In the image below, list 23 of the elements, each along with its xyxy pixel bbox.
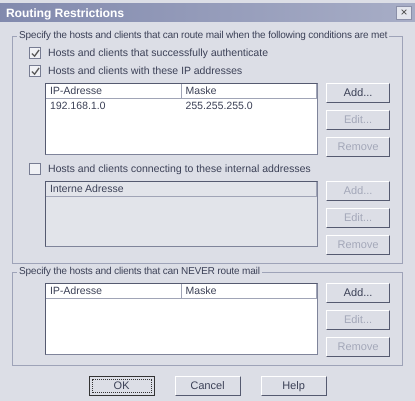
column-header[interactable]: Maske: [182, 284, 317, 298]
column-header[interactable]: IP-Adresse: [46, 284, 182, 298]
close-button[interactable]: ×: [396, 6, 412, 20]
checkbox-label[interactable]: Hosts and clients connecting to these internal addresses: [48, 163, 311, 175]
group-label: Specify the hosts and clients that can route mail when the following conditions are met: [17, 30, 390, 41]
dialog-button[interactable]: Help: [260, 376, 326, 396]
dialog-button[interactable]: Cancel: [174, 376, 240, 396]
list-view[interactable]: IP-Adresse Maske 192.168.1.0 255.255.255.0: [45, 83, 318, 155]
checkbox[interactable]: [29, 163, 41, 175]
table-cell-text: 255.255.255.0: [184, 99, 254, 113]
list-view[interactable]: IP-Adresse Maske: [45, 283, 318, 355]
action-button[interactable]: Add...: [326, 83, 390, 103]
checkbox[interactable]: [29, 47, 41, 59]
dialog-button[interactable]: OK: [88, 376, 154, 396]
checkbox-label[interactable]: Hosts and clients with these IP addresses: [48, 65, 242, 77]
group-label: Specify the hosts and clients that can NEVER route mail: [17, 266, 262, 277]
column-header[interactable]: IP-Adresse: [46, 84, 182, 98]
action-button[interactable]: Add...: [326, 283, 390, 303]
checkbox[interactable]: [29, 65, 41, 77]
table-cell-text: 192.168.1.0: [49, 99, 106, 113]
window-title: Routing Restrictions: [6, 6, 124, 20]
column-header[interactable]: Maske: [182, 84, 317, 98]
checkbox-label[interactable]: Hosts and clients that successfully authenticate: [48, 47, 268, 59]
